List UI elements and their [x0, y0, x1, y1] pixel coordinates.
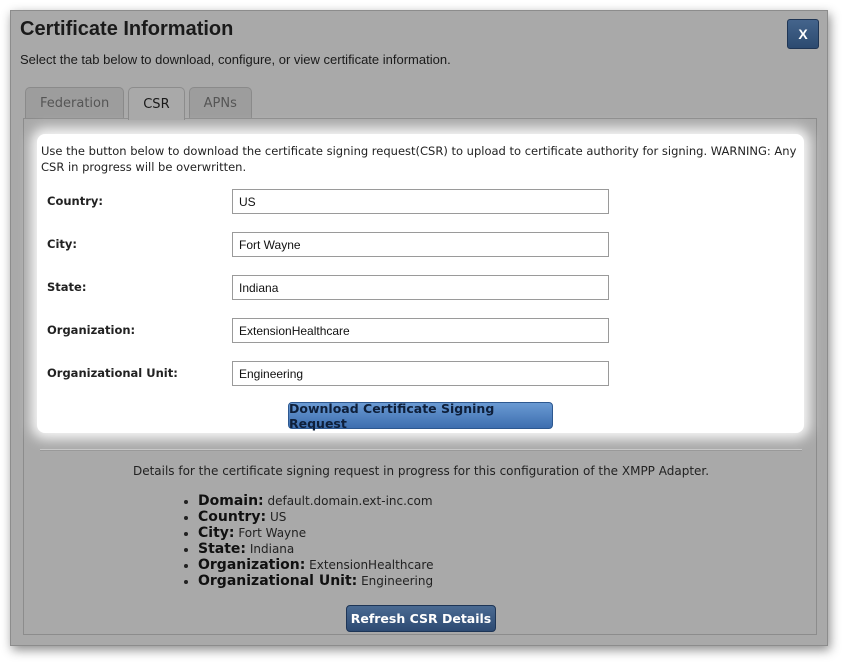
tab-apns[interactable]: APNs — [188, 87, 252, 119]
csr-intro-text: Use the button below to download the cer… — [41, 144, 797, 174]
city-field[interactable] — [232, 232, 609, 257]
organizational-unit-label: Organizational Unit: — [47, 366, 178, 380]
list-item: City: Fort Wayne — [198, 525, 433, 541]
certificate-dialog: Certificate Information Select the tab b… — [10, 10, 828, 646]
detail-key-city: City: — [198, 525, 235, 541]
tab-csr[interactable]: CSR — [128, 87, 185, 120]
detail-key-domain: Domain: — [198, 493, 264, 509]
detail-value-city: Fort Wayne — [238, 526, 307, 540]
csr-details-list: Domain: default.domain.ext-inc.com Count… — [180, 493, 433, 589]
state-label: State: — [47, 280, 87, 294]
detail-value-organization: ExtensionHealthcare — [309, 558, 434, 572]
tab-federation[interactable]: Federation — [25, 87, 125, 119]
organization-field[interactable] — [232, 318, 609, 343]
list-item: Organizational Unit: Engineering — [198, 573, 433, 589]
detail-value-country: US — [269, 510, 287, 524]
download-csr-button[interactable]: Download Certificate Signing Request — [288, 401, 553, 431]
csr-details-intro: Details for the certificate signing requ… — [132, 464, 710, 478]
country-field[interactable] — [232, 189, 609, 214]
city-label: City: — [47, 237, 77, 251]
state-field[interactable] — [232, 275, 609, 300]
list-item: Country: US — [198, 509, 433, 525]
detail-key-organizational-unit: Organizational Unit: — [198, 573, 358, 589]
tab-panel-csr: Use the button below to download the cer… — [23, 118, 817, 635]
organizational-unit-field[interactable] — [232, 361, 609, 386]
dialog-title: Certificate Information — [20, 18, 234, 40]
detail-value-state: Indiana — [249, 542, 295, 556]
country-label: Country: — [47, 194, 103, 208]
organization-label: Organization: — [47, 323, 136, 337]
detail-value-organizational-unit: Engineering — [361, 574, 434, 588]
list-item: Domain: default.domain.ext-inc.com — [198, 493, 433, 509]
section-divider — [40, 449, 802, 451]
detail-key-country: Country: — [198, 509, 267, 525]
tab-bar: Federation CSR APNs — [25, 87, 252, 120]
detail-value-domain: default.domain.ext-inc.com — [267, 494, 433, 508]
dialog-subtitle: Select the tab below to download, config… — [20, 52, 451, 67]
detail-key-state: State: — [198, 541, 247, 557]
close-button[interactable]: X — [787, 19, 819, 49]
detail-key-organization: Organization: — [198, 557, 306, 573]
refresh-csr-button[interactable]: Refresh CSR Details — [346, 605, 496, 632]
list-item: Organization: ExtensionHealthcare — [198, 557, 433, 573]
list-item: State: Indiana — [198, 541, 433, 557]
csr-form: Use the button below to download the cer… — [37, 134, 804, 433]
